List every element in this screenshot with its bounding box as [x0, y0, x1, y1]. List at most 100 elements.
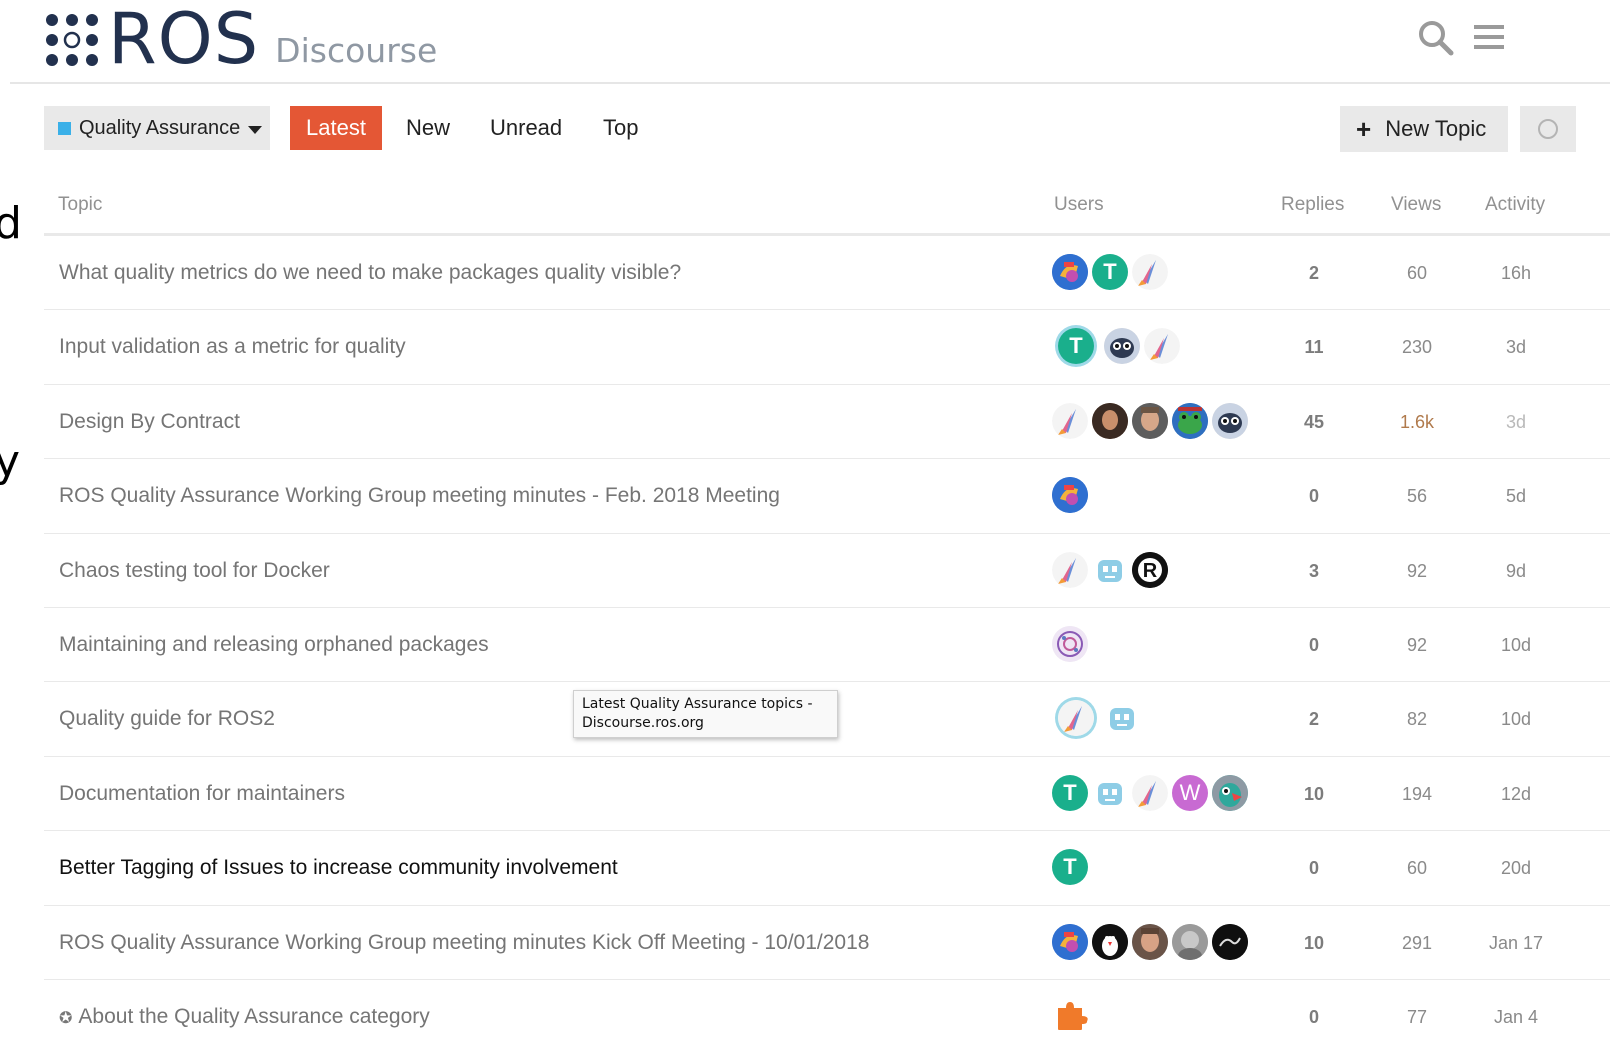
user-avatar[interactable] — [1052, 551, 1088, 588]
puzzle-avatar-icon — [1058, 1001, 1088, 1030]
topic-list-header: Topic Users Replies Views Activity — [44, 180, 1610, 236]
person-avatar-icon — [1132, 923, 1168, 960]
table-row[interactable]: Design By Contract 45 1.6k 3d — [44, 385, 1610, 460]
user-avatar[interactable] — [1132, 402, 1168, 439]
topic-title-link[interactable]: Maintaining and releasing orphaned packa… — [59, 608, 489, 682]
table-row[interactable]: Maintaining and releasing orphaned packa… — [44, 608, 1610, 683]
user-avatar[interactable] — [1052, 625, 1088, 662]
user-avatar[interactable] — [1092, 923, 1128, 960]
tab-unread[interactable]: Unread — [474, 106, 578, 150]
views-count: 291 — [1401, 932, 1433, 953]
user-avatar[interactable] — [1212, 923, 1248, 960]
table-row[interactable]: ROS Quality Assurance Working Group meet… — [44, 459, 1610, 534]
replies-count: 2 — [1308, 709, 1319, 730]
user-avatar[interactable]: R — [1132, 551, 1168, 588]
user-avatar[interactable] — [1172, 923, 1208, 960]
new-topic-button[interactable]: + New Topic — [1340, 106, 1508, 152]
notification-level-button[interactable] — [1520, 106, 1576, 152]
table-row[interactable]: Chaos testing tool for Docker R 3 92 9d — [44, 534, 1610, 608]
topic-title-link[interactable]: Input validation as a metric for quality — [59, 310, 406, 384]
topic-users — [1052, 402, 1252, 441]
user-avatar[interactable] — [1172, 402, 1208, 439]
user-avatar[interactable]: T — [1052, 849, 1088, 886]
table-row[interactable]: ✪ About the Quality Assurance category 0 … — [44, 980, 1610, 1054]
user-avatar[interactable] — [1058, 700, 1094, 737]
user-avatar[interactable] — [1132, 254, 1168, 290]
views-count: 82 — [1406, 709, 1428, 730]
tooltip-line-1: Latest Quality Assurance topics - — [582, 696, 813, 712]
user-avatar[interactable] — [1144, 328, 1180, 365]
user-avatar[interactable] — [1092, 774, 1128, 811]
replies-count: 0 — [1308, 486, 1319, 507]
topic-title-link[interactable]: What quality metrics do we need to make … — [59, 236, 681, 310]
topic-title-link[interactable]: Better Tagging of Issues to increase com… — [59, 831, 618, 905]
bird-avatar-icon — [1052, 477, 1088, 514]
column-header-activity[interactable]: Activity — [1485, 194, 1545, 216]
rocket-avatar-icon — [1132, 774, 1168, 811]
user-avatar[interactable] — [1092, 402, 1128, 439]
activity-time[interactable]: 16h — [1472, 236, 1560, 310]
tab-new[interactable]: New — [390, 106, 466, 150]
user-avatar[interactable]: W — [1172, 774, 1208, 811]
cropped-text-fragment: y — [0, 436, 21, 487]
tab-latest[interactable]: Latest — [290, 106, 382, 150]
user-avatar[interactable] — [1132, 923, 1168, 960]
table-row[interactable]: ROS Quality Assurance Working Group meet… — [44, 906, 1610, 980]
table-row[interactable]: Input validation as a metric for quality… — [44, 310, 1610, 385]
topic-title-link[interactable]: ROS Quality Assurance Working Group meet… — [59, 459, 780, 533]
topic-title-link[interactable]: Quality guide for ROS2 — [59, 682, 275, 756]
views-count: 60 — [1406, 263, 1428, 283]
activity-time[interactable]: 10d — [1472, 682, 1560, 756]
activity-time[interactable]: 10d — [1472, 608, 1560, 682]
views-count: 60 — [1406, 858, 1428, 879]
topic-users: T — [1052, 849, 1092, 887]
activity-time[interactable]: Jan 4 — [1472, 980, 1560, 1054]
user-avatar[interactable]: T — [1092, 254, 1128, 290]
bot-avatar-icon — [1092, 774, 1128, 811]
activity-time[interactable]: 9d — [1472, 534, 1560, 608]
user-avatar[interactable] — [1104, 328, 1140, 365]
activity-time[interactable]: 3d — [1472, 385, 1560, 459]
frog-avatar-icon — [1172, 402, 1208, 439]
activity-time[interactable]: 12d — [1472, 757, 1560, 831]
activity-time[interactable]: 3d — [1472, 310, 1560, 384]
user-avatar[interactable] — [1212, 774, 1248, 811]
activity-time[interactable]: 20d — [1472, 831, 1560, 905]
tab-top[interactable]: Top — [587, 106, 654, 150]
penguin-avatar-icon — [1092, 923, 1128, 960]
user-avatar[interactable] — [1052, 402, 1088, 439]
topic-title-link[interactable]: Design By Contract — [59, 385, 240, 459]
topic-title-link[interactable]: Documentation for maintainers — [59, 757, 345, 831]
search-icon[interactable] — [1416, 18, 1456, 58]
column-header-topic[interactable]: Topic — [58, 194, 102, 216]
topic-title-link[interactable]: Chaos testing tool for Docker — [59, 534, 330, 608]
r-logo-avatar-icon: R — [1132, 551, 1168, 588]
activity-time[interactable]: Jan 17 — [1472, 906, 1560, 980]
hamburger-menu-icon[interactable] — [1470, 18, 1510, 58]
rocket-avatar-icon — [1052, 551, 1088, 588]
rocket-avatar-icon — [1132, 254, 1168, 290]
user-avatar[interactable] — [1212, 402, 1248, 439]
views-count: 194 — [1401, 783, 1433, 804]
activity-time[interactable]: 5d — [1472, 459, 1560, 533]
user-avatar[interactable] — [1104, 700, 1140, 737]
user-avatar[interactable] — [1052, 477, 1088, 514]
table-row[interactable]: What quality metrics do we need to make … — [44, 236, 1610, 311]
user-avatar[interactable] — [1132, 774, 1168, 811]
views-count: 92 — [1406, 560, 1428, 581]
user-avatar[interactable] — [1052, 998, 1088, 1034]
user-avatar[interactable]: T — [1052, 774, 1088, 811]
table-row[interactable]: Documentation for maintainers T W 10 194… — [44, 757, 1610, 832]
user-avatar[interactable] — [1052, 923, 1088, 960]
topic-title-link[interactable]: ROS Quality Assurance Working Group meet… — [59, 906, 869, 980]
user-avatar[interactable] — [1092, 551, 1128, 588]
column-header-views[interactable]: Views — [1391, 194, 1441, 216]
tooltip: Latest Quality Assurance topics - Discou… — [573, 690, 838, 738]
site-logo[interactable]: ROS Discourse — [44, 4, 437, 74]
table-row[interactable]: Better Tagging of Issues to increase com… — [44, 831, 1610, 906]
category-dropdown[interactable]: Quality Assurance — [44, 106, 270, 150]
user-avatar[interactable] — [1052, 254, 1088, 290]
user-avatar[interactable]: T — [1058, 328, 1094, 365]
column-header-replies[interactable]: Replies — [1281, 194, 1344, 216]
topic-title-link[interactable]: ✪ About the Quality Assurance category — [59, 980, 430, 1056]
